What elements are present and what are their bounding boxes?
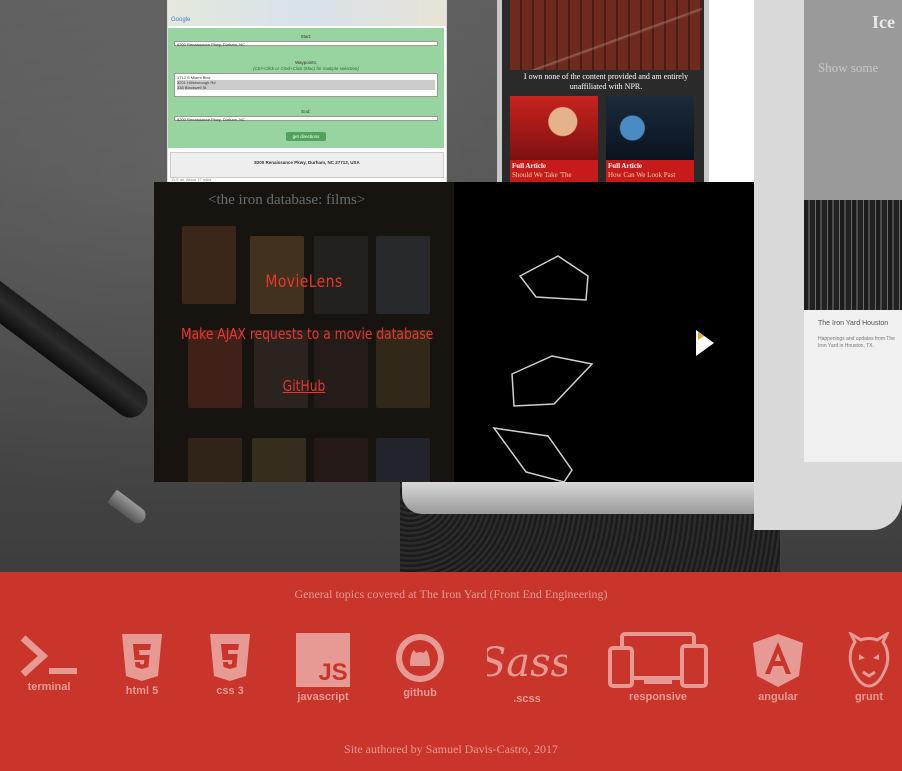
- npr-article-link[interactable]: Full Article: [608, 162, 642, 170]
- films-app-title: <the iron database: films>: [208, 192, 366, 208]
- skill-label: html 5: [125, 685, 159, 697]
- google-logo: Google: [171, 17, 191, 23]
- tablet-card-text: Happenings and updates from The Iron Yar…: [818, 336, 895, 349]
- pen-tip-image: [107, 489, 149, 527]
- skill-label: css 3: [216, 685, 244, 697]
- author-credit: Site authored by Samuel Davis-Castro, 20…: [344, 742, 558, 756]
- skill-label: javascript: [297, 691, 349, 703]
- css3-icon: [210, 634, 250, 681]
- movie-poster: [188, 438, 242, 482]
- skill-label: .scss: [513, 693, 541, 705]
- project-description: Make AJAX requests to a movie database: [181, 325, 434, 343]
- directions-result: 8200 Renaissance Pkwy, Durham, NC 27713,…: [170, 152, 444, 178]
- polygon-shape: [518, 255, 589, 301]
- waypoints-label: Waypoints:: [294, 60, 318, 65]
- tablet-subtitle: Show some: [818, 60, 879, 75]
- start-label: Start:: [300, 34, 312, 39]
- npr-article-link[interactable]: Full Article: [512, 162, 546, 170]
- npr-article-card[interactable]: Full Article Should We Take 'The: [510, 96, 598, 182]
- polygon-shape: [492, 426, 573, 482]
- skill-label: responsive: [628, 691, 688, 703]
- angular-icon: [753, 634, 803, 687]
- skill-terminal: terminal: [18, 632, 80, 693]
- waypoints-list[interactable]: 1712 S Miami Blvd 3201 Hillsborough Rd 3…: [174, 73, 438, 97]
- tablet-card: [804, 310, 902, 462]
- npr-article-image: [510, 96, 598, 160]
- movie-poster: [252, 438, 306, 482]
- github-link[interactable]: GitHub: [181, 377, 427, 395]
- npr-article-card[interactable]: Full Article How Can We Look Past: [606, 96, 694, 182]
- phone-edge-image: [402, 482, 772, 514]
- skill-html5: html 5: [112, 632, 172, 697]
- polygon-shape: [511, 355, 594, 407]
- get-directions-button[interactable]: get directions: [286, 132, 326, 141]
- pen-image: [0, 258, 154, 424]
- directions-app-screenshot[interactable]: Google Start: 8200 Renaissance Pkwy, Dur…: [167, 0, 447, 182]
- waypoint-item[interactable]: 338 Blackwell St.: [177, 85, 435, 90]
- npr-header-photo: [510, 0, 702, 70]
- topics-heading: General topics covered at The Iron Yard …: [294, 587, 608, 601]
- npr-article-image: [606, 96, 694, 160]
- html5-icon: [122, 634, 162, 681]
- sass-icon: Sass: [487, 640, 567, 686]
- skill-label: angular: [758, 691, 798, 703]
- waypoints-hint: (Ctrl+Click or Cmd+Click (Mac) for multi…: [253, 66, 359, 71]
- skill-label: grunt: [854, 691, 884, 703]
- tablet-title: Ice: [872, 12, 895, 32]
- skill-javascript: JS javascript: [290, 632, 356, 703]
- next-arrow-icon[interactable]: [694, 328, 716, 358]
- skill-github: github: [390, 632, 450, 699]
- javascript-icon: JS: [296, 633, 350, 687]
- responsive-icon: [608, 632, 708, 688]
- npr-disclaimer: I own none of the content provided and a…: [523, 72, 689, 91]
- npr-app-screenshot[interactable]: I own none of the content provided and a…: [497, 0, 709, 182]
- svg-text:JS: JS: [318, 659, 347, 686]
- terminal-icon: [20, 635, 77, 677]
- npr-article-subtitle: Should We Take 'The: [512, 171, 572, 179]
- project-title: MovieLens: [265, 272, 343, 292]
- project-carousel[interactable]: <the iron database: films> MovieLens Mak…: [154, 182, 754, 482]
- svg-text:Sass: Sass: [487, 640, 567, 686]
- movie-poster: [376, 438, 430, 482]
- skill-responsive: responsive: [606, 632, 710, 703]
- directions-form: Start: 8200 Renaissance Pkwy, Durham, NC…: [168, 28, 444, 148]
- skill-angular: angular: [748, 632, 808, 703]
- grunt-icon: [848, 632, 890, 688]
- skill-css3: css 3: [200, 632, 260, 697]
- skill-label: github: [403, 687, 437, 699]
- end-label: End:: [301, 109, 311, 114]
- npr-article-subtitle: How Can We Look Past: [608, 171, 676, 179]
- tablet-card-title: The Iron Yard Houston: [818, 320, 889, 327]
- skill-label: terminal: [27, 681, 71, 693]
- map-thumbnail: Google: [168, 0, 446, 26]
- skill-grunt: grunt: [844, 632, 894, 703]
- tablet-city-photo: [804, 200, 902, 310]
- footer: General topics covered at The Iron Yard …: [0, 572, 902, 771]
- github-icon: [396, 634, 444, 682]
- skill-sass: Sass .scss: [486, 632, 568, 705]
- movie-poster: [314, 438, 368, 482]
- end-select[interactable]: 8200 Renaissance Pkwy, Durham, NC: [174, 116, 438, 122]
- start-select[interactable]: 8200 Renaissance Pkwy, Durham, NC: [174, 41, 438, 47]
- blank-panel: [709, 0, 754, 182]
- movie-poster: [182, 226, 236, 304]
